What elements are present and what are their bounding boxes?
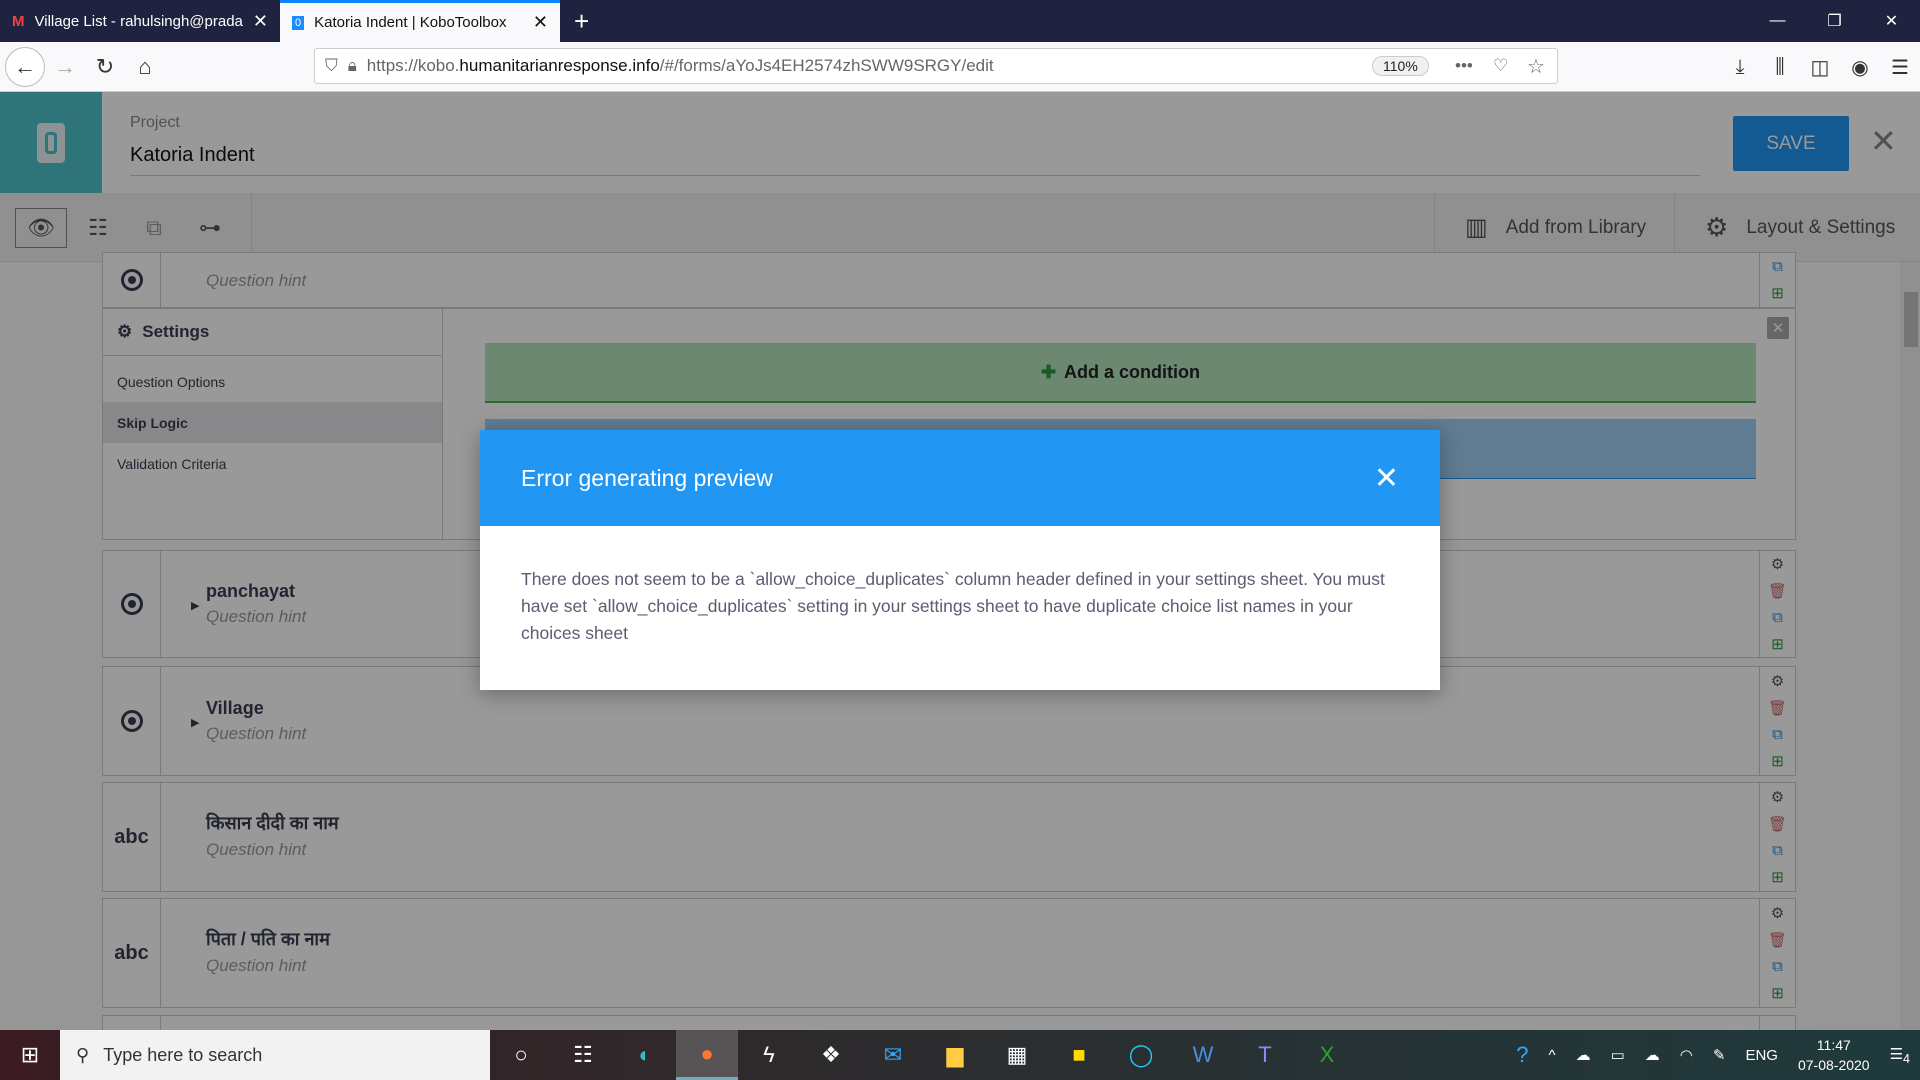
modal-message: There does not seem to be a `allow_choic… <box>480 526 1440 687</box>
calculator-icon[interactable]: ▦ <box>986 1030 1048 1080</box>
nav-bar: ← → ↻ ⌂ ⛉ 🔒︎ https://kobo.humanitarianre… <box>0 42 1920 92</box>
edge-icon[interactable]: ◐ <box>614 1030 676 1080</box>
new-tab-button[interactable]: + <box>560 0 603 42</box>
windows-start-icon[interactable]: ⊞ <box>0 1042 60 1068</box>
teams-icon[interactable]: T <box>1234 1030 1296 1080</box>
lock-icon: 🔒︎ <box>348 56 367 76</box>
word-icon[interactable]: W <box>1172 1030 1234 1080</box>
pen-icon[interactable]: ✎ <box>1703 1046 1736 1064</box>
clock[interactable]: 11:4707-08-2020 <box>1788 1035 1880 1075</box>
more-icon[interactable]: ••• <box>1455 56 1473 76</box>
reload-button[interactable]: ↻ <box>85 47 125 87</box>
back-button[interactable]: ← <box>5 47 45 87</box>
notifications-icon[interactable]: ☰4 <box>1880 1045 1920 1066</box>
onedrive-icon[interactable]: ☁ <box>1566 1046 1601 1064</box>
cloud-icon[interactable]: ☁ <box>1635 1046 1670 1064</box>
library-icon[interactable]: ⫼ <box>1760 56 1800 79</box>
task-view-icon[interactable]: ☷ <box>552 1030 614 1080</box>
download-icon[interactable]: ⤓ <box>1720 56 1760 79</box>
file-explorer-icon[interactable]: ▆ <box>924 1030 986 1080</box>
sidebar-icon[interactable]: ◫ <box>1800 55 1840 80</box>
zoom-level[interactable]: 110% <box>1372 56 1429 76</box>
gmail-icon: M <box>12 13 25 30</box>
modal-title: Error generating preview <box>521 465 773 492</box>
shield-icon[interactable]: ⛉ <box>315 56 348 76</box>
excel-icon[interactable]: X <box>1296 1030 1358 1080</box>
tab-katoria-indent[interactable]: 0Katoria Indent | KoboToolbox✕ <box>280 0 560 42</box>
mail-icon[interactable]: ✉ <box>862 1030 924 1080</box>
account-icon[interactable]: ◉ <box>1840 55 1880 80</box>
kobo-icon: 0 <box>292 16 304 30</box>
chevron-up-icon[interactable]: ^ <box>1539 1047 1566 1064</box>
kobo-form-builder: Project Katoria Indent SAVE ✕ 👁︎ ☷ ⧉ ⊶ ▥… <box>0 92 1920 1030</box>
url-bar[interactable]: ⛉ 🔒︎ https://kobo.humanitarianresponse.i… <box>314 48 1558 84</box>
close-tab-icon[interactable]: ✕ <box>253 11 268 32</box>
close-tab-icon[interactable]: ✕ <box>533 12 548 33</box>
windows-taskbar: ⊞ ⚲Type here to search ○ ☷ ◐ ● ϟ ❖ ✉ ▆ ▦… <box>0 1030 1920 1080</box>
close-window-button[interactable]: ✕ <box>1863 0 1920 42</box>
close-modal-icon[interactable]: ✕ <box>1374 461 1399 496</box>
cortana-icon[interactable]: ○ <box>490 1030 552 1080</box>
home-button[interactable]: ⌂ <box>125 47 165 87</box>
dropbox-icon[interactable]: ❖ <box>800 1030 862 1080</box>
star-icon[interactable]: ☆ <box>1527 54 1545 79</box>
alexa-icon[interactable]: ◯ <box>1110 1030 1172 1080</box>
forward-button[interactable]: → <box>45 47 85 87</box>
restore-button[interactable]: ❐ <box>1806 0 1863 42</box>
minimize-button[interactable]: — <box>1749 0 1806 42</box>
pocket-icon[interactable]: ♡ <box>1493 56 1508 76</box>
wifi-icon[interactable]: ◠ <box>1670 1046 1703 1064</box>
help-icon[interactable]: ? <box>1506 1042 1538 1068</box>
browser-tab-bar: MVillage List - rahulsingh@prada✕ 0Kator… <box>0 0 1920 42</box>
menu-icon[interactable]: ☰ <box>1880 55 1920 80</box>
search-icon: ⚲ <box>76 1045 89 1066</box>
sticky-notes-icon[interactable]: ■ <box>1048 1030 1110 1080</box>
language-indicator[interactable]: ENG <box>1735 1047 1788 1064</box>
error-modal: Error generating preview ✕ There does not… <box>480 430 1440 690</box>
firefox-icon[interactable]: ● <box>676 1030 738 1080</box>
taskbar-search[interactable]: ⚲Type here to search <box>60 1030 490 1080</box>
app-icon[interactable]: ϟ <box>738 1030 800 1080</box>
tab-village-list[interactable]: MVillage List - rahulsingh@prada✕ <box>0 0 280 42</box>
battery-icon[interactable]: ▭ <box>1601 1046 1635 1064</box>
